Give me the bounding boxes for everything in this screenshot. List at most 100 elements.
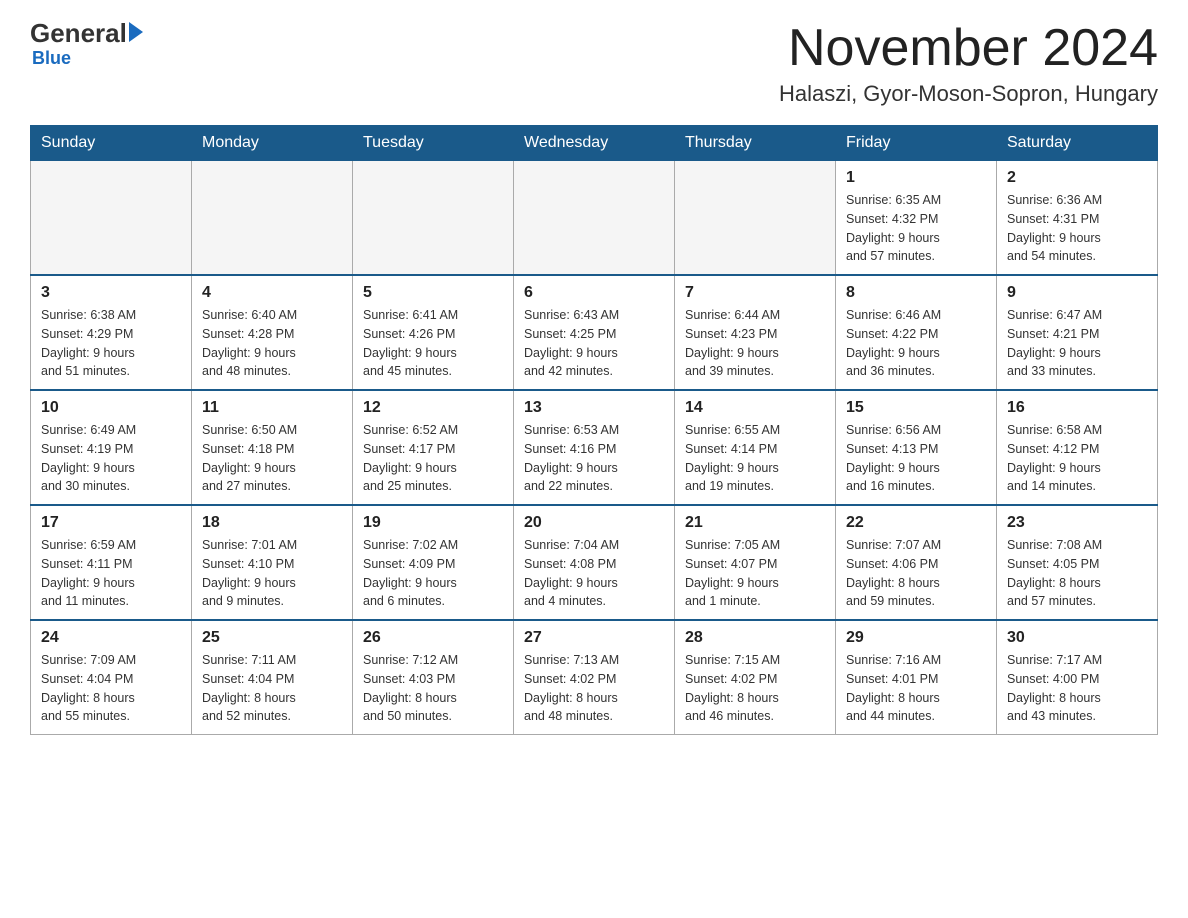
page-subtitle: Halaszi, Gyor-Moson-Sopron, Hungary <box>779 81 1158 107</box>
day-number: 25 <box>202 629 342 647</box>
day-number: 30 <box>1007 629 1147 647</box>
title-area: November 2024 Halaszi, Gyor-Moson-Sopron… <box>779 20 1158 107</box>
day-number: 3 <box>41 284 181 302</box>
day-info: Sunrise: 7:02 AM Sunset: 4:09 PM Dayligh… <box>363 536 503 611</box>
day-number: 9 <box>1007 284 1147 302</box>
weekday-header-tuesday: Tuesday <box>353 126 514 161</box>
calendar-cell: 9 Sunrise: 6:47 AM Sunset: 4:21 PM Daylig… <box>997 275 1158 390</box>
calendar-cell: 29 Sunrise: 7:16 AM Sunset: 4:01 PM Dayli… <box>836 620 997 735</box>
day-info: Sunrise: 7:09 AM Sunset: 4:04 PM Dayligh… <box>41 651 181 726</box>
day-info: Sunrise: 6:44 AM Sunset: 4:23 PM Dayligh… <box>685 306 825 381</box>
day-info: Sunrise: 6:59 AM Sunset: 4:11 PM Dayligh… <box>41 536 181 611</box>
calendar-cell: 8 Sunrise: 6:46 AM Sunset: 4:22 PM Daylig… <box>836 275 997 390</box>
calendar-cell <box>514 161 675 276</box>
day-info: Sunrise: 6:41 AM Sunset: 4:26 PM Dayligh… <box>363 306 503 381</box>
day-number: 15 <box>846 399 986 417</box>
day-number: 22 <box>846 514 986 532</box>
header: General Blue November 2024 Halaszi, Gyor… <box>30 20 1158 107</box>
calendar-cell: 28 Sunrise: 7:15 AM Sunset: 4:02 PM Dayli… <box>675 620 836 735</box>
weekday-header-saturday: Saturday <box>997 126 1158 161</box>
calendar-cell <box>675 161 836 276</box>
logo-arrow-icon <box>129 22 143 42</box>
logo: General Blue <box>30 20 143 69</box>
weekday-header-monday: Monday <box>192 126 353 161</box>
calendar-cell: 4 Sunrise: 6:40 AM Sunset: 4:28 PM Daylig… <box>192 275 353 390</box>
page-title: November 2024 <box>779 20 1158 77</box>
calendar-cell: 27 Sunrise: 7:13 AM Sunset: 4:02 PM Dayli… <box>514 620 675 735</box>
day-number: 28 <box>685 629 825 647</box>
calendar-cell: 2Sunrise: 6:36 AM Sunset: 4:31 PM Daylig… <box>997 161 1158 276</box>
day-number: 21 <box>685 514 825 532</box>
calendar-cell <box>353 161 514 276</box>
logo-text: General <box>30 20 143 46</box>
day-number: 16 <box>1007 399 1147 417</box>
calendar-row: 3Sunrise: 6:38 AM Sunset: 4:29 PM Daylig… <box>31 275 1158 390</box>
calendar-cell: 30 Sunrise: 7:17 AM Sunset: 4:00 PM Dayli… <box>997 620 1158 735</box>
day-info: Sunrise: 6:46 AM Sunset: 4:22 PM Dayligh… <box>846 306 986 381</box>
day-info: Sunrise: 6:52 AM Sunset: 4:17 PM Dayligh… <box>363 421 503 496</box>
calendar-cell: 7 Sunrise: 6:44 AM Sunset: 4:23 PM Daylig… <box>675 275 836 390</box>
calendar-cell: 23Sunrise: 7:08 AM Sunset: 4:05 PM Dayli… <box>997 505 1158 620</box>
day-number: 1 <box>846 169 986 187</box>
day-info: Sunrise: 7:04 AM Sunset: 4:08 PM Dayligh… <box>524 536 664 611</box>
day-info: Sunrise: 6:53 AM Sunset: 4:16 PM Dayligh… <box>524 421 664 496</box>
day-info: Sunrise: 7:12 AM Sunset: 4:03 PM Dayligh… <box>363 651 503 726</box>
calendar-cell: 18 Sunrise: 7:01 AM Sunset: 4:10 PM Dayli… <box>192 505 353 620</box>
day-info: Sunrise: 7:13 AM Sunset: 4:02 PM Dayligh… <box>524 651 664 726</box>
day-info: Sunrise: 6:47 AM Sunset: 4:21 PM Dayligh… <box>1007 306 1147 381</box>
day-number: 7 <box>685 284 825 302</box>
day-number: 12 <box>363 399 503 417</box>
calendar-row: 1 Sunrise: 6:35 AM Sunset: 4:32 PM Daylig… <box>31 161 1158 276</box>
calendar-cell: 26 Sunrise: 7:12 AM Sunset: 4:03 PM Dayli… <box>353 620 514 735</box>
day-info: Sunrise: 7:17 AM Sunset: 4:00 PM Dayligh… <box>1007 651 1147 726</box>
weekday-header-wednesday: Wednesday <box>514 126 675 161</box>
day-number: 6 <box>524 284 664 302</box>
day-number: 27 <box>524 629 664 647</box>
day-info: Sunrise: 6:35 AM Sunset: 4:32 PM Dayligh… <box>846 191 986 266</box>
calendar-header-row: SundayMondayTuesdayWednesdayThursdayFrid… <box>31 126 1158 161</box>
day-number: 26 <box>363 629 503 647</box>
day-info: Sunrise: 6:40 AM Sunset: 4:28 PM Dayligh… <box>202 306 342 381</box>
day-number: 18 <box>202 514 342 532</box>
calendar-cell <box>31 161 192 276</box>
day-info: Sunrise: 7:01 AM Sunset: 4:10 PM Dayligh… <box>202 536 342 611</box>
day-number: 11 <box>202 399 342 417</box>
calendar-cell: 24 Sunrise: 7:09 AM Sunset: 4:04 PM Dayli… <box>31 620 192 735</box>
calendar-cell: 16Sunrise: 6:58 AM Sunset: 4:12 PM Dayli… <box>997 390 1158 505</box>
day-info: Sunrise: 6:43 AM Sunset: 4:25 PM Dayligh… <box>524 306 664 381</box>
day-info: Sunrise: 6:49 AM Sunset: 4:19 PM Dayligh… <box>41 421 181 496</box>
calendar-row: 24 Sunrise: 7:09 AM Sunset: 4:04 PM Dayli… <box>31 620 1158 735</box>
calendar-row: 17Sunrise: 6:59 AM Sunset: 4:11 PM Dayli… <box>31 505 1158 620</box>
calendar-cell: 10Sunrise: 6:49 AM Sunset: 4:19 PM Dayli… <box>31 390 192 505</box>
day-number: 4 <box>202 284 342 302</box>
day-info: Sunrise: 7:08 AM Sunset: 4:05 PM Dayligh… <box>1007 536 1147 611</box>
calendar-cell: 11 Sunrise: 6:50 AM Sunset: 4:18 PM Dayli… <box>192 390 353 505</box>
weekday-header-sunday: Sunday <box>31 126 192 161</box>
calendar-cell: 25Sunrise: 7:11 AM Sunset: 4:04 PM Dayli… <box>192 620 353 735</box>
logo-general: General <box>30 20 127 46</box>
day-number: 8 <box>846 284 986 302</box>
logo-subtitle: Blue <box>30 48 71 69</box>
day-info: Sunrise: 6:56 AM Sunset: 4:13 PM Dayligh… <box>846 421 986 496</box>
day-number: 14 <box>685 399 825 417</box>
calendar-cell: 15 Sunrise: 6:56 AM Sunset: 4:13 PM Dayli… <box>836 390 997 505</box>
day-number: 13 <box>524 399 664 417</box>
day-info: Sunrise: 7:15 AM Sunset: 4:02 PM Dayligh… <box>685 651 825 726</box>
day-info: Sunrise: 7:16 AM Sunset: 4:01 PM Dayligh… <box>846 651 986 726</box>
calendar-cell: 17Sunrise: 6:59 AM Sunset: 4:11 PM Dayli… <box>31 505 192 620</box>
weekday-header-friday: Friday <box>836 126 997 161</box>
calendar-cell: 6 Sunrise: 6:43 AM Sunset: 4:25 PM Daylig… <box>514 275 675 390</box>
day-number: 19 <box>363 514 503 532</box>
calendar-table: SundayMondayTuesdayWednesdayThursdayFrid… <box>30 125 1158 735</box>
day-info: Sunrise: 6:55 AM Sunset: 4:14 PM Dayligh… <box>685 421 825 496</box>
calendar-cell: 5Sunrise: 6:41 AM Sunset: 4:26 PM Daylig… <box>353 275 514 390</box>
day-number: 29 <box>846 629 986 647</box>
day-info: Sunrise: 6:50 AM Sunset: 4:18 PM Dayligh… <box>202 421 342 496</box>
day-number: 2 <box>1007 169 1147 187</box>
calendar-cell: 21 Sunrise: 7:05 AM Sunset: 4:07 PM Dayli… <box>675 505 836 620</box>
calendar-cell: 20Sunrise: 7:04 AM Sunset: 4:08 PM Dayli… <box>514 505 675 620</box>
weekday-header-thursday: Thursday <box>675 126 836 161</box>
day-info: Sunrise: 7:05 AM Sunset: 4:07 PM Dayligh… <box>685 536 825 611</box>
calendar-cell: 3Sunrise: 6:38 AM Sunset: 4:29 PM Daylig… <box>31 275 192 390</box>
day-number: 24 <box>41 629 181 647</box>
